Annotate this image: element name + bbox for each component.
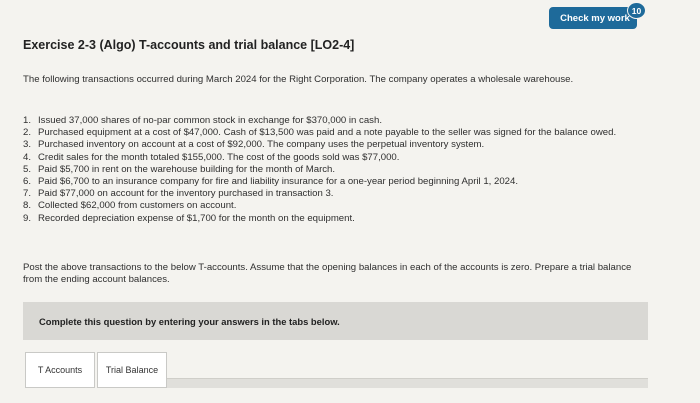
intro-paragraph: The following transactions occurred duri… xyxy=(23,74,574,85)
transaction-text: Collected $62,000 from customers on acco… xyxy=(38,200,237,212)
transaction-text: Paid $77,000 on account for the inventor… xyxy=(38,188,334,200)
transaction-text: Paid $6,700 to an insurance company for … xyxy=(38,176,518,188)
transaction-text: Recorded depreciation expense of $1,700 … xyxy=(38,212,355,224)
exercise-title: Exercise 2-3 (Algo) T-accounts and trial… xyxy=(23,38,355,52)
tab-bar-divider xyxy=(167,378,648,388)
transaction-list: 1. Issued 37,000 shares of no-par common… xyxy=(23,115,663,225)
transaction-item: 4. Credit sales for the month totaled $1… xyxy=(23,152,663,164)
transaction-item: 6. Paid $6,700 to an insurance company f… xyxy=(23,176,663,188)
transaction-number: 9. xyxy=(23,212,32,224)
transaction-number: 5. xyxy=(23,163,32,175)
transaction-text: Paid $5,700 in rent on the warehouse bui… xyxy=(38,163,336,175)
transaction-number: 6. xyxy=(23,176,32,188)
transaction-item: 5. Paid $5,700 in rent on the warehouse … xyxy=(23,164,663,176)
check-my-work-label: Check my work xyxy=(560,12,630,24)
transaction-number: 8. xyxy=(23,200,32,212)
transaction-text: Credit sales for the month totaled $155,… xyxy=(38,151,400,163)
transaction-item: 1. Issued 37,000 shares of no-par common… xyxy=(23,115,663,127)
transaction-text: Purchased inventory on account at a cost… xyxy=(38,139,485,151)
transaction-item: 7. Paid $77,000 on account for the inven… xyxy=(23,188,663,200)
transaction-number: 7. xyxy=(23,188,32,200)
check-my-work-button[interactable]: Check my work xyxy=(549,7,637,29)
transaction-number: 4. xyxy=(23,151,32,163)
transaction-number: 2. xyxy=(23,127,32,139)
instructions-paragraph: Post the above transactions to the below… xyxy=(23,262,632,285)
transaction-item: 3. Purchased inventory on account at a c… xyxy=(23,139,663,151)
transaction-item: 9. Recorded depreciation expense of $1,7… xyxy=(23,213,663,225)
attempts-badge: 10 xyxy=(627,2,646,19)
transaction-text: Issued 37,000 shares of no-par common st… xyxy=(38,115,382,126)
panel-text: Complete this question by entering your … xyxy=(39,315,340,327)
transaction-text: Purchased equipment at a cost of $47,000… xyxy=(38,127,617,139)
tab-trial-balance[interactable]: Trial Balance xyxy=(97,352,167,388)
tab-t-accounts[interactable]: T Accounts xyxy=(25,352,95,388)
tab-label: T Accounts xyxy=(37,365,83,375)
transaction-item: 2. Purchased equipment at a cost of $47,… xyxy=(23,127,663,139)
transaction-item: 8. Collected $62,000 from customers on a… xyxy=(23,200,663,212)
tab-label: Trial Balance xyxy=(105,365,159,375)
transaction-number: 1. xyxy=(23,115,32,126)
instruction-panel: Complete this question by entering your … xyxy=(23,302,648,340)
transaction-number: 3. xyxy=(23,139,32,151)
